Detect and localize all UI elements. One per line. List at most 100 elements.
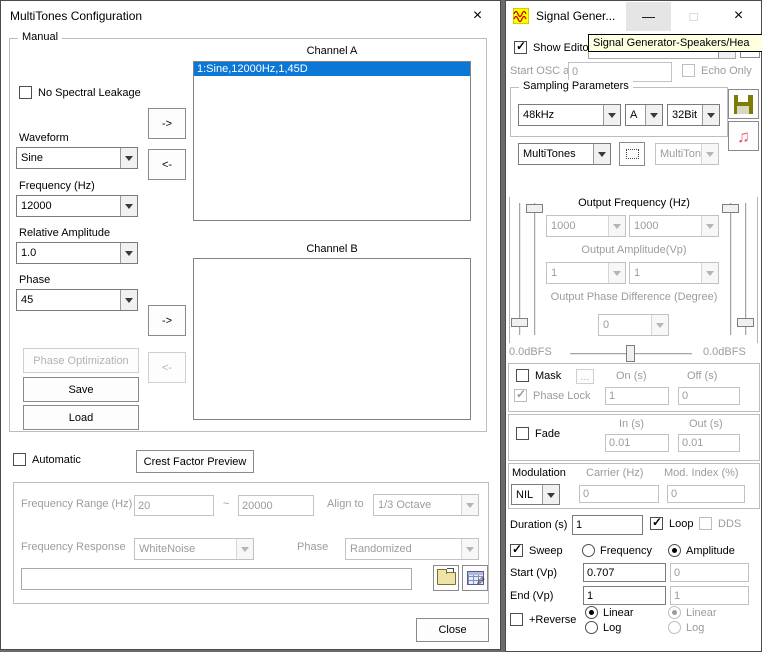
waveform-select[interactable]: Sine (16, 147, 138, 169)
linear-right-radio[interactable]: Linear (668, 606, 717, 619)
checkbox-box[interactable] (19, 86, 32, 99)
mask-off-field[interactable] (678, 387, 740, 405)
mask-more-button[interactable]: ... (576, 369, 594, 384)
amplitude-radio[interactable]: Amplitude (668, 544, 735, 557)
save-signal-button[interactable] (728, 89, 759, 119)
file-path-field[interactable] (21, 568, 412, 590)
tone-button[interactable]: ♫ (728, 121, 759, 151)
frequency-left-select[interactable]: 1000 (546, 215, 626, 237)
level-slider-right-inner[interactable] (730, 203, 732, 335)
channel-a-selected-item[interactable]: 1:Sine,12000Hz,1,45D (194, 62, 470, 76)
chevron-down-icon[interactable] (542, 485, 559, 504)
modulation-select[interactable]: NIL (511, 484, 560, 505)
close-icon[interactable]: × (455, 2, 500, 31)
amplitude-left-select[interactable]: 1 (546, 262, 626, 284)
wave-type-right-select[interactable]: MultiTones (655, 143, 719, 165)
frequency-response-select[interactable]: WhiteNoise (134, 538, 254, 560)
log-right-radio[interactable]: Log (668, 621, 704, 634)
maximize-icon[interactable]: □ (671, 2, 716, 31)
sweep-start-field[interactable] (583, 563, 666, 582)
remove-from-channel-a-button[interactable]: <- (148, 149, 186, 180)
phase-select[interactable]: 45 (16, 289, 138, 311)
sweep-end-field[interactable] (583, 586, 666, 605)
sweep-start-right-field[interactable] (670, 563, 749, 582)
load-button[interactable]: Load (23, 405, 139, 430)
checkbox-box[interactable] (699, 517, 712, 530)
align-to-select[interactable]: 1/3 Octave (373, 494, 479, 516)
radio-dot[interactable] (668, 621, 681, 634)
wave-type-left-select[interactable]: MultiTones (518, 143, 611, 165)
phase-mode-select[interactable]: Randomized (345, 538, 479, 560)
duration-field[interactable] (572, 515, 643, 535)
level-slider-left-outer-thumb[interactable] (511, 318, 528, 327)
close-icon[interactable]: × (716, 2, 761, 31)
mod-index-field[interactable] (667, 485, 745, 503)
radio-dot[interactable] (582, 544, 595, 557)
radio-dot[interactable] (668, 544, 681, 557)
sample-rate-select[interactable]: 48kHz (518, 104, 621, 126)
crest-factor-preview-button[interactable]: Crest Factor Preview (136, 450, 254, 473)
chevron-down-icon[interactable] (593, 144, 610, 164)
show-editor-checkbox[interactable]: Show Editor (514, 41, 592, 54)
dds-checkbox[interactable]: DDS (699, 517, 741, 530)
sweep-checkbox[interactable]: Sweep (510, 544, 563, 557)
edit-table-button[interactable]: ✎ (462, 565, 488, 591)
level-slider-right-outer-thumb[interactable] (737, 318, 754, 327)
checkbox-box[interactable] (514, 41, 527, 54)
chevron-down-icon[interactable] (120, 243, 137, 263)
radio-dot[interactable] (668, 606, 681, 619)
close-button[interactable]: Close (416, 618, 489, 642)
add-to-channel-a-button[interactable]: -> (148, 108, 186, 139)
checkbox-box[interactable] (516, 427, 529, 440)
channel-select[interactable]: A (625, 104, 663, 126)
linear-left-radio[interactable]: Linear (585, 606, 634, 619)
bit-depth-select[interactable]: 32Bit (667, 104, 720, 126)
channel-b-listbox[interactable] (193, 258, 471, 420)
radio-dot[interactable] (585, 621, 598, 634)
radio-dot[interactable] (585, 606, 598, 619)
remove-from-channel-b-button[interactable]: <- (148, 352, 186, 383)
amplitude-right-select[interactable]: 1 (629, 262, 719, 284)
no-spectral-leakage-checkbox[interactable]: No Spectral Leakage (19, 86, 141, 99)
checkbox-box[interactable] (514, 389, 527, 402)
add-to-channel-b-button[interactable]: -> (148, 305, 186, 336)
level-slider-right-outer[interactable] (745, 203, 747, 335)
chevron-down-icon[interactable] (120, 290, 137, 310)
mask-checkbox[interactable]: Mask (516, 369, 561, 382)
wave-config-button[interactable] (619, 142, 645, 166)
save-button[interactable]: Save (23, 377, 139, 402)
mask-on-field[interactable] (605, 387, 669, 405)
frequency-range-from-field[interactable] (134, 495, 214, 516)
phase-optimization-button[interactable]: Phase Optimization (23, 348, 139, 373)
frequency-radio[interactable]: Frequency (582, 544, 652, 557)
chevron-down-icon[interactable] (603, 105, 620, 125)
frequency-right-select[interactable]: 1000 (629, 215, 719, 237)
level-slider-left-outer[interactable] (519, 203, 521, 335)
log-left-radio[interactable]: Log (585, 621, 621, 634)
reverse-checkbox[interactable]: +Reverse (510, 613, 576, 626)
chevron-down-icon[interactable] (645, 105, 662, 125)
checkbox-box[interactable] (510, 613, 523, 626)
fade-checkbox[interactable]: Fade (516, 427, 560, 440)
sweep-end-right-field[interactable] (670, 586, 749, 605)
checkbox-box[interactable] (650, 517, 663, 530)
checkbox-box[interactable] (510, 544, 523, 557)
open-file-button[interactable] (433, 565, 459, 591)
loop-checkbox[interactable]: Loop (650, 517, 693, 530)
fade-in-field[interactable] (605, 434, 669, 452)
balance-slider-thumb[interactable] (626, 345, 635, 362)
relative-amplitude-select[interactable]: 1.0 (16, 242, 138, 264)
chevron-down-icon[interactable] (702, 105, 719, 125)
automatic-checkbox[interactable]: Automatic (13, 453, 81, 466)
fade-out-field[interactable] (678, 434, 740, 452)
echo-only-checkbox[interactable]: Echo Only (682, 64, 752, 77)
chevron-down-icon[interactable] (120, 196, 137, 216)
carrier-field[interactable] (579, 485, 659, 503)
checkbox-box[interactable] (13, 453, 26, 466)
start-osc-field[interactable] (568, 62, 672, 82)
minimize-icon[interactable]: — (626, 2, 671, 31)
checkbox-box[interactable] (682, 64, 695, 77)
level-slider-left-inner[interactable] (534, 203, 536, 335)
channel-a-listbox[interactable]: 1:Sine,12000Hz,1,45D (193, 61, 471, 221)
chevron-down-icon[interactable] (120, 148, 137, 168)
